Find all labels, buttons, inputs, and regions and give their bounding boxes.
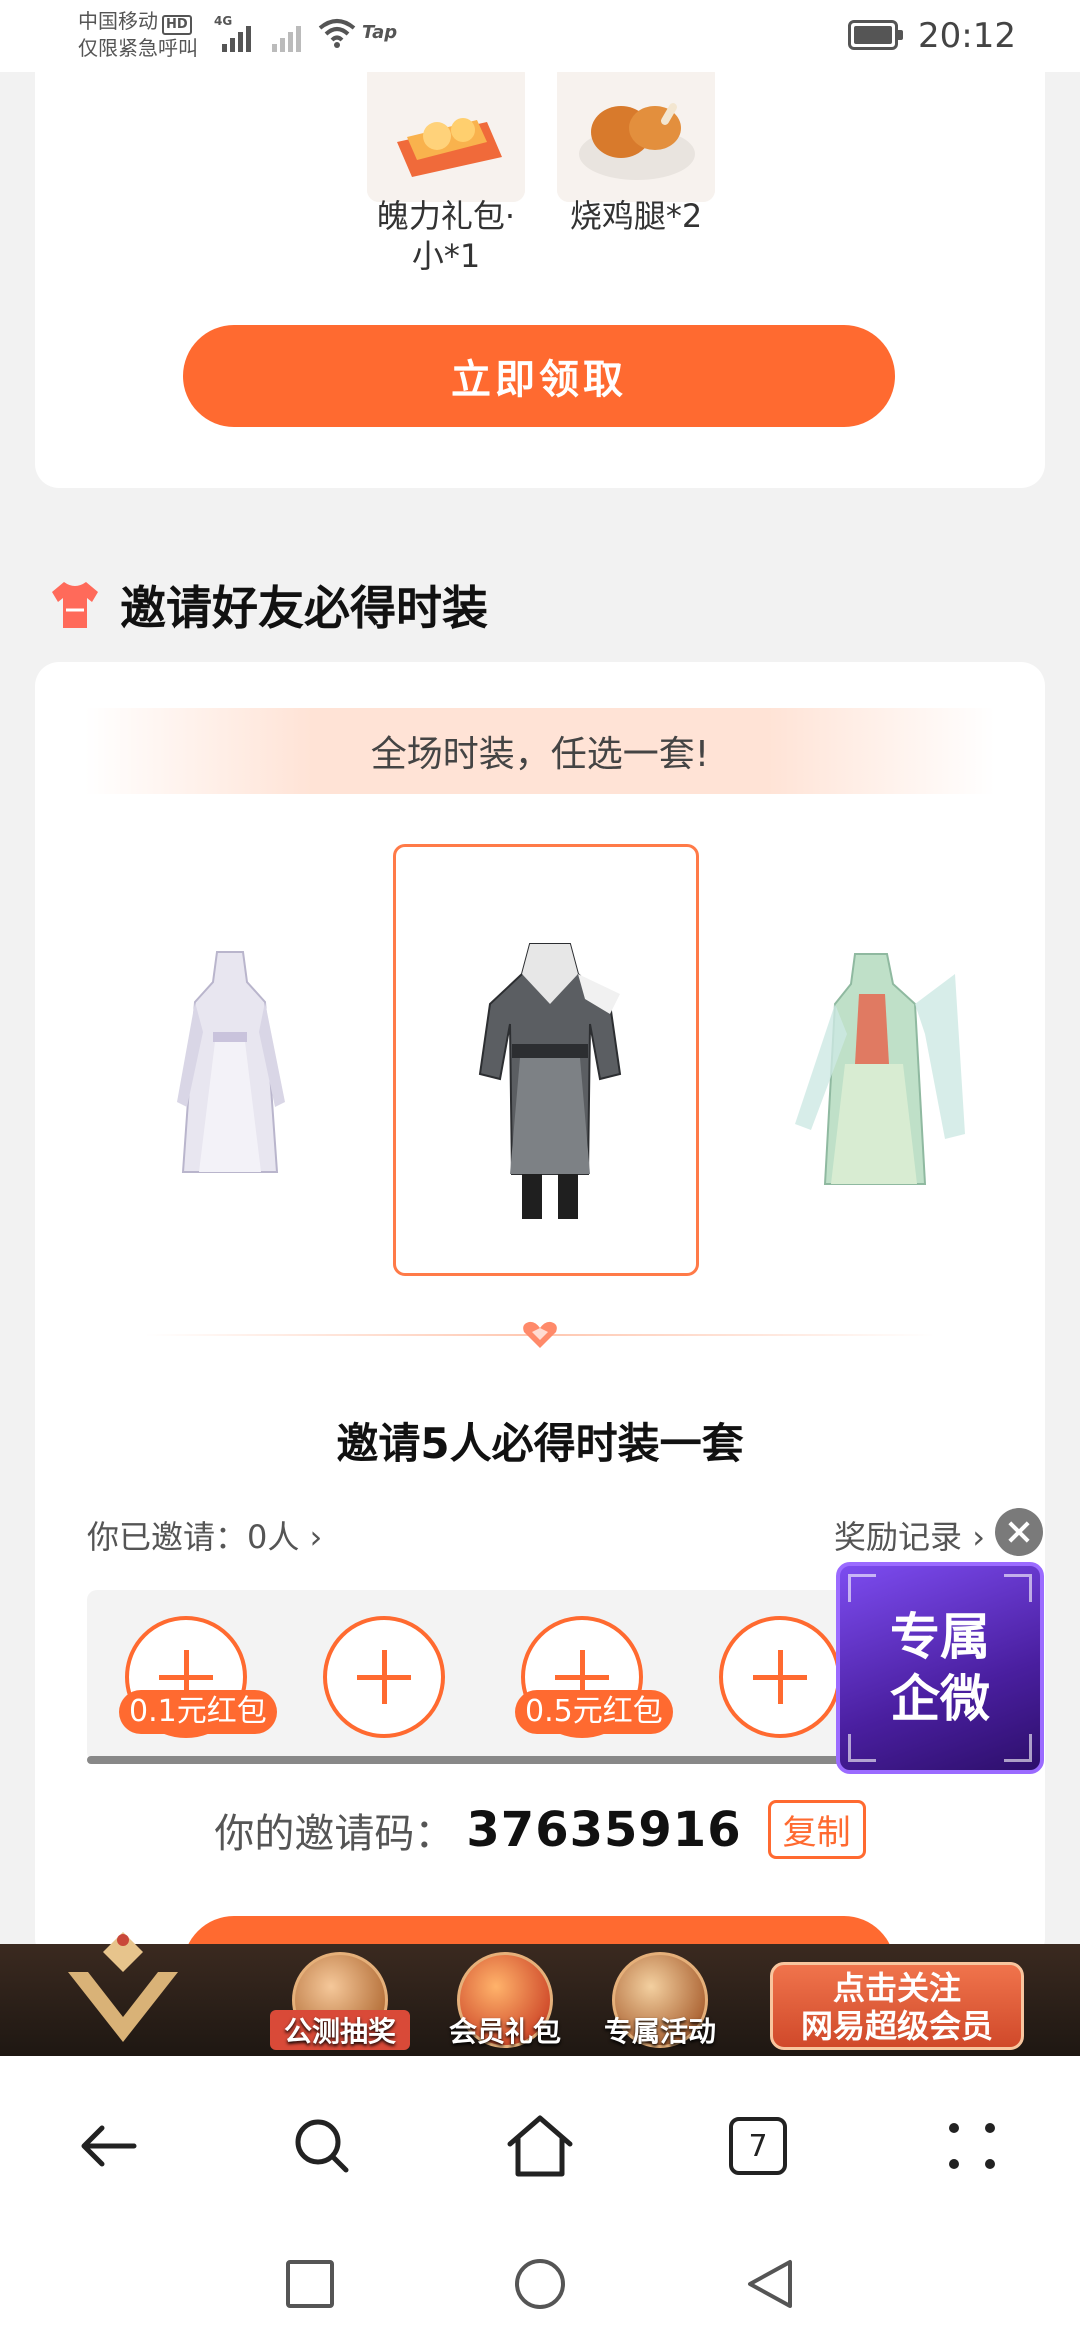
banner-text: 全场时装，任选一套! <box>370 734 710 775</box>
tabs-button[interactable]: 7 <box>718 2106 798 2186</box>
netease-vip-logo-icon <box>68 1932 178 2042</box>
back-triangle-icon[interactable] <box>742 2256 798 2312</box>
home-circle-icon[interactable] <box>512 2256 568 2312</box>
tap-app-icon: Tap <box>362 22 398 43</box>
ad-label-lottery: 公测抽奖 <box>270 2010 410 2050</box>
ad-label-exclusive-event: 专属活动 <box>603 2015 716 2048</box>
recent-apps-icon[interactable] <box>284 2258 336 2310</box>
widget-text-line1: 专属 <box>890 1607 990 1666</box>
hd-badge: HD <box>162 15 192 35</box>
carrier-info: 中国移动 HD 仅限紧急呼叫 <box>78 8 198 61</box>
home-icon <box>507 2115 573 2177</box>
home-button[interactable] <box>500 2106 580 2186</box>
claim-now-button[interactable]: 立即领取 <box>183 325 895 427</box>
clock: 20:12 <box>918 16 1016 56</box>
ad-item-member-gift[interactable]: 会员礼包 <box>445 1952 565 2052</box>
more-dots-icon <box>949 2123 995 2169</box>
invite-code-label: 你的邀请码： <box>214 1810 455 1857</box>
system-nav-bar <box>0 2226 1080 2340</box>
item-label-gift-pack: 魄力礼包· 小*1 <box>376 197 516 275</box>
search-icon <box>295 2119 349 2173</box>
section-title: 邀请好友必得时装 <box>48 572 488 638</box>
slots-scrollbar[interactable] <box>87 1756 857 1764</box>
invite-goal-title: 邀请5人必得时装一套 <box>336 1419 744 1468</box>
exclusive-wecom-widget[interactable]: 专属 企微 <box>836 1562 1044 1774</box>
close-float-icon[interactable] <box>995 1508 1043 1556</box>
invite-slot-4[interactable] <box>719 1616 841 1738</box>
status-bar: 中国移动 HD 仅限紧急呼叫 4G Tap 20:12 <box>0 0 1080 72</box>
more-menu-button[interactable] <box>932 2106 1012 2186</box>
invite-slot-2[interactable] <box>323 1616 445 1738</box>
battery-icon <box>848 20 903 50</box>
ad-label-member-gift: 会员礼包 <box>448 2015 561 2048</box>
section-title-text: 邀请好友必得时装 <box>120 581 488 635</box>
signal-icon-sim2 <box>272 16 301 52</box>
corner-ornament-icon <box>1004 1734 1032 1762</box>
roast-chicken-leg-icon <box>557 62 715 202</box>
emergency-only-text: 仅限紧急呼叫 <box>78 36 198 60</box>
browser-toolbar: 7 <box>0 2056 1080 2226</box>
ad-item-lottery[interactable]: 公测抽奖 <box>270 1952 410 2052</box>
copy-code-button[interactable]: 复制 <box>767 1800 866 1859</box>
search-button[interactable] <box>282 2106 362 2186</box>
reward-tag-slot-1: 0.1元红包 <box>119 1690 277 1734</box>
reward-records-link[interactable]: 奖励记录 › <box>834 1512 985 1558</box>
back-button[interactable] <box>68 2106 148 2186</box>
follow-vip-button[interactable]: 点击关注 网易超级会员 <box>770 1962 1024 2050</box>
green-dress-outfit[interactable] <box>775 934 975 1214</box>
corner-ornament-icon <box>848 1734 876 1762</box>
reward-card: 魄力礼包· 小*1 烧鸡腿*2 立即领取 <box>35 20 1045 488</box>
ad-item-exclusive-event[interactable]: 专属活动 <box>600 1952 720 2052</box>
tab-count: 7 <box>729 2117 787 2175</box>
heart-ornament-icon <box>523 1321 557 1348</box>
black-grey-outfit[interactable] <box>460 934 640 1234</box>
corner-ornament-icon <box>1004 1574 1032 1602</box>
wifi-icon <box>318 19 356 48</box>
white-dress-outfit[interactable] <box>165 942 295 1202</box>
ad-cta-line1: 点击关注 <box>832 1969 961 2007</box>
ad-cta-line2: 网易超级会员 <box>800 2007 993 2045</box>
promo-banner: 全场时装，任选一套! <box>85 708 995 794</box>
reward-tag-slot-3: 0.5元红包 <box>515 1690 673 1734</box>
back-arrow-icon <box>81 2125 137 2167</box>
item-label-chicken-leg: 烧鸡腿*2 <box>569 197 703 235</box>
tshirt-icon <box>52 582 98 628</box>
signal-icon <box>222 16 251 52</box>
invited-count-link[interactable]: 你已邀请：0人 › <box>87 1512 322 1558</box>
carrier-name: 中国移动 <box>78 9 158 33</box>
widget-text-line2: 企微 <box>890 1669 990 1728</box>
invite-code-row: 你的邀请码： 37635916 复制 <box>35 1800 1045 1859</box>
netease-vip-ad-bar[interactable]: 公测抽奖 会员礼包 专属活动 点击关注 网易超级会员 <box>0 1932 1080 2056</box>
gift-pack-icon <box>367 62 525 202</box>
corner-ornament-icon <box>848 1574 876 1602</box>
invite-code-value: 37635916 <box>466 1801 742 1858</box>
